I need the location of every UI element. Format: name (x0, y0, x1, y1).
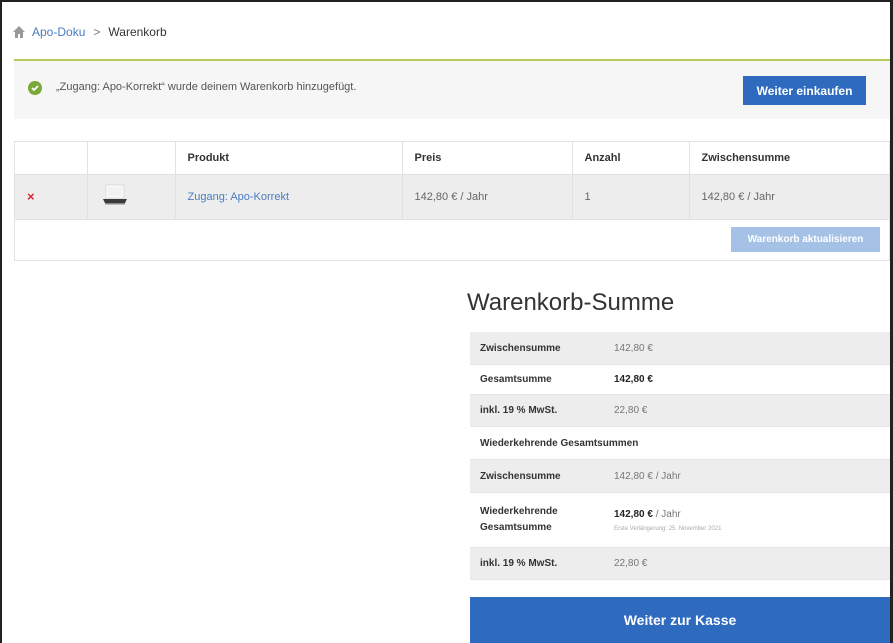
breadcrumb: Apo-Doku > Warenkorb (12, 22, 167, 42)
check-circle-icon (28, 81, 42, 95)
total-value-cell: 142,80 € (604, 365, 890, 394)
chevron-right-icon: > (93, 25, 101, 39)
breadcrumb-link-apo-doku[interactable]: Apo-Doku (32, 25, 85, 39)
recurring-subtotal-label: Zwischensumme (480, 470, 561, 482)
table-row: × Zugang: Apo-Korrekt 142,80 € / Jahr 1 … (15, 173, 889, 219)
thumbnail-cell (87, 173, 176, 219)
window-frame-top (0, 0, 893, 2)
total-label: Gesamtsumme (480, 374, 552, 385)
cart-table: Produkt Preis Anzahl Zwischensumme × Zug… (14, 141, 890, 261)
subtotal-cell: 142,80 € / Jahr (689, 173, 889, 219)
continue-shopping-button[interactable]: Weiter einkaufen (743, 76, 866, 105)
totals-row-subtotal: Zwischensumme 142,80 € (470, 332, 890, 365)
quantity-cell[interactable]: 1 (572, 173, 690, 219)
subtotal-value: 142,80 € (614, 342, 653, 354)
recurring-tax-value: 22,80 € (614, 558, 648, 569)
recurring-total-amount: 142,80 € (614, 508, 653, 520)
total-value: 142,80 € (614, 374, 653, 385)
price-cell: 142,80 € / Jahr (402, 173, 573, 219)
recurring-row-tax: inkl. 19 % MwSt. 22,80 € (470, 548, 890, 580)
remove-cell: × (15, 173, 88, 219)
recurring-row-subtotal: Zwischensumme 142,80 € / Jahr (470, 460, 890, 493)
recurring-row-total: Wiederkehrende Gesamtsumme 142,80 € / Ja… (470, 493, 890, 548)
recurring-total-period: / Jahr (652, 508, 681, 520)
proceed-to-checkout-button[interactable]: Weiter zur Kasse (470, 597, 890, 643)
product-thumbnail[interactable] (100, 184, 130, 206)
recurring-total-label-line1: Wiederkehrende (480, 506, 558, 517)
cart-header-row: Produkt Preis Anzahl Zwischensumme (15, 142, 889, 174)
cart-totals-table: Zwischensumme 142,80 € Gesamtsumme 142,8… (470, 332, 890, 580)
subtotal-label: Zwischensumme (480, 342, 561, 354)
header-product: Produkt (175, 142, 403, 174)
recurring-tax-label: inkl. 19 % MwSt. (480, 558, 558, 569)
update-cart-button[interactable]: Warenkorb aktualisieren (731, 227, 880, 252)
recurring-total-label: Wiederkehrende Gesamtsumme (470, 493, 604, 547)
cart-totals-title: Warenkorb-Summe (467, 289, 675, 316)
recurring-total-label-line2: Gesamtsumme (480, 522, 552, 533)
header-remove (15, 142, 88, 174)
recurring-total-value: 142,80 € / Jahr (614, 509, 890, 520)
recurring-total-value-cell: 142,80 € / Jahr Erste Verlängerung: 25. … (604, 493, 890, 547)
product-cell: Zugang: Apo-Korrekt (175, 173, 403, 219)
tax-value: 22,80 € (614, 405, 648, 416)
first-renewal-note: Erste Verlängerung: 25. November 2021 (614, 525, 722, 532)
recurring-totals-heading: Wiederkehrende Gesamtsummen (470, 427, 890, 460)
header-thumbnail (87, 142, 176, 174)
home-icon[interactable] (12, 25, 26, 39)
notice-message: „Zugang: Apo-Korrekt“ wurde deinem Waren… (56, 81, 357, 93)
header-subtotal: Zwischensumme (689, 142, 889, 174)
product-link[interactable]: Zugang: Apo-Korrekt (188, 191, 290, 203)
breadcrumb-current: Warenkorb (108, 25, 167, 39)
recurring-subtotal-value: 142,80 € / Jahr (614, 470, 681, 482)
remove-item-icon[interactable]: × (27, 189, 35, 204)
header-quantity: Anzahl (572, 142, 690, 174)
tax-label: inkl. 19 % MwSt. (480, 405, 558, 416)
totals-row-tax: inkl. 19 % MwSt. 22,80 € (470, 395, 890, 427)
cart-actions: Warenkorb aktualisieren (15, 219, 889, 260)
window-frame-left (0, 0, 2, 643)
totals-row-total: Gesamtsumme 142,80 € (470, 365, 890, 395)
cart-notice: „Zugang: Apo-Korrekt“ wurde deinem Waren… (14, 59, 890, 119)
header-price: Preis (402, 142, 573, 174)
